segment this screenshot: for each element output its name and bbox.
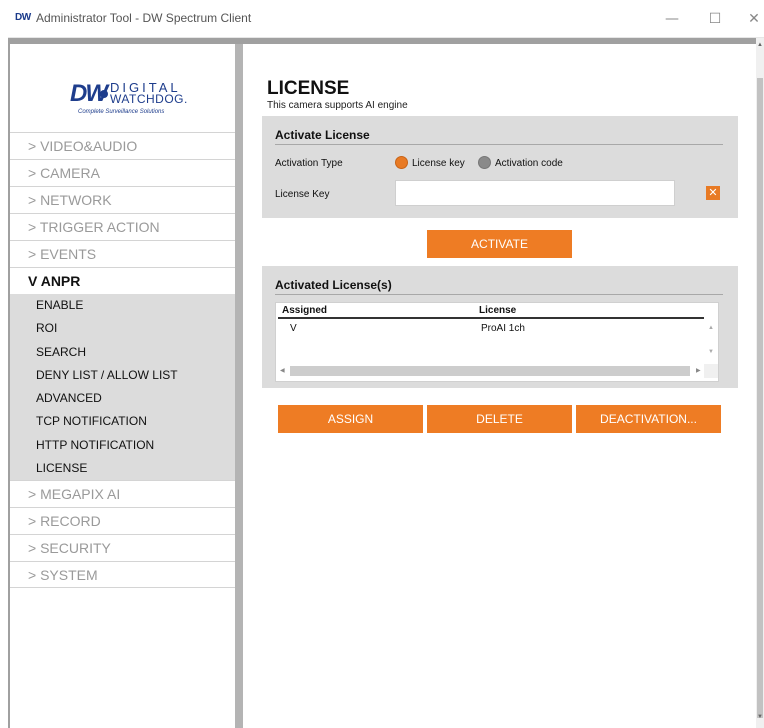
sidebar-subitem-http-notification[interactable]: HTTP NOTIFICATION xyxy=(10,434,235,457)
license-key-label: License Key xyxy=(275,189,330,200)
sidebar-subitem-enable[interactable]: ENABLE xyxy=(10,294,235,317)
page-scrollbar-thumb[interactable] xyxy=(757,78,763,718)
table-vertical-scrollbar[interactable]: ▲ ▼ xyxy=(704,319,718,363)
sidebar-item-camera[interactable]: > CAMERA xyxy=(10,159,235,186)
sidebar-item-system[interactable]: > SYSTEM xyxy=(10,561,235,589)
brand-dot-icon xyxy=(100,90,108,98)
clear-license-key-icon[interactable]: ✕ xyxy=(706,186,720,200)
sidebar-subitem-roi[interactable]: ROI xyxy=(10,317,235,340)
scroll-down-arrow-icon[interactable]: ▼ xyxy=(704,349,718,355)
sidebar-subitem-advanced[interactable]: ADVANCED xyxy=(10,387,235,410)
panel-divider xyxy=(275,294,723,295)
app-logo-icon: DW xyxy=(15,12,31,23)
sidebar-item-record[interactable]: > RECORD xyxy=(10,507,235,535)
sidebar-item-events[interactable]: > EVENTS xyxy=(10,240,235,267)
sidebar: DW DIGITAL WATCHDOG. Complete Surveillan… xyxy=(10,44,235,728)
sidebar-item-anpr[interactable]: V ANPR xyxy=(10,267,235,294)
license-key-input[interactable] xyxy=(395,180,675,206)
sidebar-menu: > VIDEO&AUDIO > CAMERA > NETWORK > TRIGG… xyxy=(10,132,235,589)
delete-button[interactable]: DELETE xyxy=(427,405,572,433)
activation-code-option-label[interactable]: Activation code xyxy=(495,158,563,169)
column-header-license[interactable]: License xyxy=(479,305,516,316)
table-header-divider xyxy=(278,317,704,319)
activated-licenses-panel: Activated License(s) Assigned License V … xyxy=(262,266,738,388)
activated-licenses-heading: Activated License(s) xyxy=(275,278,392,292)
scroll-down-arrow-icon[interactable]: ▼ xyxy=(756,714,764,720)
licenses-table: Assigned License V ProAI 1ch ▲ ▼ ◀ ▶ xyxy=(275,302,719,382)
page-scrollbar[interactable]: ▲ ▼ xyxy=(756,38,764,728)
scroll-up-arrow-icon[interactable]: ▲ xyxy=(756,42,764,48)
page-subtitle: This camera supports AI engine xyxy=(267,100,408,111)
sidebar-subitem-deny-allow-list[interactable]: DENY LIST / ALLOW LIST xyxy=(10,364,235,387)
maximize-button[interactable]: ☐ xyxy=(703,9,727,29)
scrollbar-corner xyxy=(704,364,718,378)
sidebar-subitem-search[interactable]: SEARCH xyxy=(10,341,235,364)
sidebar-subitem-license[interactable]: LICENSE xyxy=(10,457,235,480)
scroll-left-arrow-icon[interactable]: ◀ xyxy=(280,364,285,378)
horizontal-scroll-thumb[interactable] xyxy=(290,366,690,376)
sidebar-item-network[interactable]: > NETWORK xyxy=(10,186,235,213)
sidebar-subitem-tcp-notification[interactable]: TCP NOTIFICATION xyxy=(10,410,235,433)
window-title: Administrator Tool - DW Spectrum Client xyxy=(36,11,252,25)
sidebar-item-video-audio[interactable]: > VIDEO&AUDIO xyxy=(10,132,235,159)
main-content: LICENSE This camera supports AI engine A… xyxy=(243,44,756,728)
anpr-submenu: ENABLE ROI SEARCH DENY LIST / ALLOW LIST… xyxy=(10,294,235,481)
close-button[interactable]: ✕ xyxy=(742,9,764,29)
activation-code-radio[interactable] xyxy=(478,156,491,169)
minimize-button[interactable]: — xyxy=(660,9,684,29)
page-title: LICENSE xyxy=(267,78,350,99)
sidebar-item-trigger-action[interactable]: > TRIGGER ACTION xyxy=(10,213,235,240)
brand-tagline: Complete Surveillance Solutions xyxy=(78,109,165,115)
activation-type-label: Activation Type xyxy=(275,158,343,169)
table-row-license[interactable]: ProAI 1ch xyxy=(481,323,525,334)
activate-license-heading: Activate License xyxy=(275,128,370,142)
window-titlebar: DW Administrator Tool - DW Spectrum Clie… xyxy=(8,0,764,38)
license-key-option-label[interactable]: License key xyxy=(412,158,465,169)
brand-logo: DW DIGITAL WATCHDOG. Complete Surveillan… xyxy=(10,44,235,132)
activate-button[interactable]: ACTIVATE xyxy=(427,230,572,258)
license-key-radio[interactable] xyxy=(395,156,408,169)
sidebar-divider xyxy=(235,44,243,728)
panel-divider xyxy=(275,144,723,145)
deactivation-button[interactable]: DEACTIVATION... xyxy=(576,405,721,433)
assign-button[interactable]: ASSIGN xyxy=(278,405,423,433)
sidebar-item-security[interactable]: > SECURITY xyxy=(10,534,235,562)
column-header-assigned[interactable]: Assigned xyxy=(282,305,327,316)
scroll-right-arrow-icon[interactable]: ▶ xyxy=(696,364,701,378)
sidebar-item-megapix-ai[interactable]: > MEGAPIX AI xyxy=(10,480,235,508)
digital-watchdog-logo: DW DIGITAL WATCHDOG. Complete Surveillan… xyxy=(70,78,200,118)
table-horizontal-scrollbar[interactable]: ◀ ▶ xyxy=(278,364,704,378)
activate-license-panel: Activate License Activation Type License… xyxy=(262,116,738,218)
brand-line2: WATCHDOG. xyxy=(110,92,188,106)
scroll-up-arrow-icon[interactable]: ▲ xyxy=(704,325,718,331)
table-row-assigned[interactable]: V xyxy=(290,323,297,334)
